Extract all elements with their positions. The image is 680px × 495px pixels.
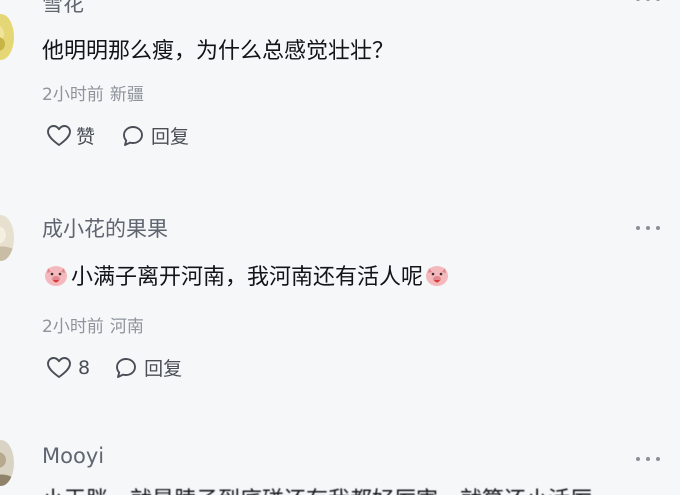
comment-text: 小王胖，就是脖子到底碰还有我都好厉害，就算还小活厉 <box>42 482 592 495</box>
comment-bubble-icon <box>121 124 145 148</box>
comment-location: 河南 <box>109 317 144 337</box>
comment-author[interactable]: 成小花的果果 <box>42 213 168 243</box>
more-icon[interactable] <box>636 225 660 231</box>
comment-time: 2小时前 <box>42 317 104 337</box>
reply-button[interactable]: 回复 <box>114 354 182 381</box>
comment-text: 他明明那么瘦，为什么总感觉壮壮？ <box>42 33 394 65</box>
heart-icon <box>46 124 72 148</box>
comment-feed: 雪花 他明明那么瘦，为什么总感觉壮壮？ 2小时前 新疆 赞 回复 成小花的果果 … <box>0 0 680 495</box>
pig-face-emoji-icon <box>44 263 68 287</box>
like-count: 8 <box>78 356 91 379</box>
comment-meta: 2小时前 新疆 <box>42 80 144 105</box>
reply-label: 回复 <box>144 358 183 380</box>
more-icon[interactable] <box>636 0 660 2</box>
reply-button[interactable]: 回复 <box>121 122 189 149</box>
comment-actions: 赞 回复 <box>46 122 189 149</box>
like-button[interactable]: 赞 <box>46 122 95 149</box>
comment-actions: 8 回复 <box>46 354 182 381</box>
comment-time: 2小时前 <box>42 85 104 105</box>
avatar[interactable] <box>0 440 14 486</box>
more-icon[interactable] <box>636 456 660 462</box>
comment-author[interactable]: 雪花 <box>42 0 84 18</box>
avatar[interactable] <box>0 14 14 60</box>
comment-bubble-icon <box>114 356 138 380</box>
pig-face-emoji-icon <box>425 263 449 287</box>
like-button[interactable]: 8 <box>46 356 90 380</box>
comment-location: 新疆 <box>109 85 144 105</box>
heart-icon <box>46 356 72 380</box>
reply-label: 回复 <box>151 126 190 148</box>
comment-meta: 2小时前 河南 <box>42 312 144 337</box>
comment-text-content: 他明明那么瘦，为什么总感觉壮壮？ <box>42 39 395 64</box>
comment-text: 小满子离开河南，我河南还有活人呢 <box>44 259 449 291</box>
avatar[interactable] <box>0 215 14 261</box>
like-label: 赞 <box>76 126 96 148</box>
comment-text-content: 小满子离开河南，我河南还有活人呢 <box>71 265 424 290</box>
comment-author[interactable]: Mooyi <box>42 444 104 468</box>
